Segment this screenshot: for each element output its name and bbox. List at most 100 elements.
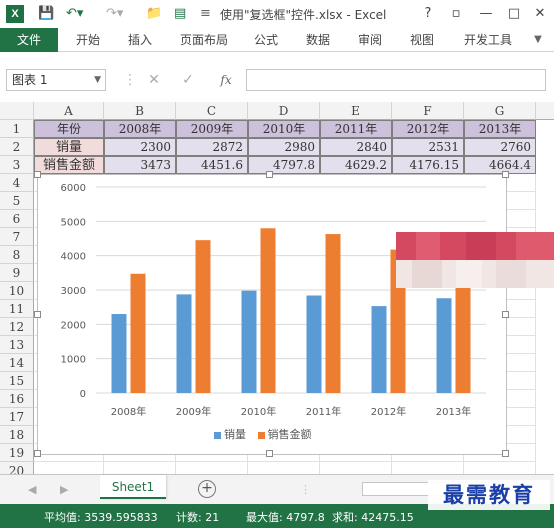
table-cell-row2-f[interactable]: 2531 (392, 138, 464, 156)
maximize-button[interactable]: □ (504, 4, 524, 24)
column-header-a[interactable]: A (34, 102, 104, 120)
excel-logo-icon: X (6, 5, 24, 23)
open-folder-icon[interactable]: 📁 (146, 5, 162, 23)
row-header-12[interactable]: 12 (0, 318, 34, 336)
tab-view[interactable]: 视图 (402, 28, 442, 52)
table-cell-row3-d[interactable]: 4797.8 (248, 156, 320, 174)
row-header-15[interactable]: 15 (0, 372, 34, 390)
resize-handle-top-right[interactable] (502, 171, 509, 178)
ribbon-display-button[interactable]: ▫ (446, 4, 466, 24)
cell-e20[interactable] (320, 462, 392, 474)
row-header-4[interactable]: 4 (0, 174, 34, 192)
tab-home[interactable]: 开始 (68, 28, 108, 52)
column-header-b[interactable]: B (104, 102, 176, 120)
table-cell-header-a[interactable]: 年份 (34, 120, 104, 138)
table-cell-row2-d[interactable]: 2980 (248, 138, 320, 156)
tab-data[interactable]: 数据 (298, 28, 338, 52)
insert-function-icon[interactable]: fx (214, 70, 238, 90)
redo-icon[interactable]: ↷▾ (106, 5, 123, 23)
resize-handle-bottom-right[interactable] (502, 450, 509, 457)
cell-f20[interactable] (392, 462, 464, 474)
minimize-button[interactable]: — (476, 4, 496, 24)
row-header-5[interactable]: 5 (0, 192, 34, 210)
table-cell-header-d[interactable]: 2010年 (248, 120, 320, 138)
table-cell-header-g[interactable]: 2013年 (464, 120, 536, 138)
row-header-2[interactable]: 2 (0, 138, 34, 156)
chevron-down-icon[interactable]: ▼ (94, 70, 101, 90)
cell-c20[interactable] (176, 462, 248, 474)
table-cell-row3-a[interactable]: 销售金额 (34, 156, 104, 174)
chart-1[interactable]: 0 1000 2000 3000 4000 5000 6000 2008年 2009年 2010年… (34, 171, 509, 457)
tab-developer[interactable]: 开发工具 (456, 28, 520, 52)
row-header-13[interactable]: 13 (0, 336, 34, 354)
row-header-7[interactable]: 7 (0, 228, 34, 246)
resize-handle-left[interactable] (34, 311, 41, 318)
add-sheet-button[interactable]: + (198, 480, 216, 498)
close-button[interactable]: ✕ (530, 4, 550, 24)
select-all-corner[interactable] (0, 102, 34, 120)
help-button[interactable]: ? (418, 4, 438, 24)
resize-handle-right[interactable] (502, 311, 509, 318)
row-header-10[interactable]: 10 (0, 282, 34, 300)
row-header-14[interactable]: 14 (0, 354, 34, 372)
column-header-c[interactable]: C (176, 102, 248, 120)
table-cell-row3-b[interactable]: 3473 (104, 156, 176, 174)
resize-handle-top-left[interactable] (34, 171, 41, 178)
row-header-19[interactable]: 19 (0, 444, 34, 462)
table-cell-row2-e[interactable]: 2840 (320, 138, 392, 156)
column-header-f[interactable]: F (392, 102, 464, 120)
tab-formulas[interactable]: 公式 (246, 28, 286, 52)
cell-a20[interactable] (34, 462, 104, 474)
print-preview-icon[interactable]: ▤ (174, 5, 186, 23)
formula-bar: 图表 1 ▼ ⋮ ✕ ✓ fx (0, 66, 554, 94)
cell-b20[interactable] (104, 462, 176, 474)
table-cell-header-c[interactable]: 2009年 (176, 120, 248, 138)
table-cell-header-b[interactable]: 2008年 (104, 120, 176, 138)
table-cell-header-f[interactable]: 2012年 (392, 120, 464, 138)
tab-file[interactable]: 文件 (0, 28, 58, 52)
table-cell-row2-a[interactable]: 销量 (34, 138, 104, 156)
row-header-18[interactable]: 18 (0, 426, 34, 444)
table-cell-row2-b[interactable]: 2300 (104, 138, 176, 156)
row-header-6[interactable]: 6 (0, 210, 34, 228)
tab-review[interactable]: 审阅 (350, 28, 390, 52)
table-cell-row3-f[interactable]: 4176.15 (392, 156, 464, 174)
table-cell-row2-c[interactable]: 2872 (176, 138, 248, 156)
ribbon-expand-icon[interactable]: ▼ (526, 28, 550, 52)
row-header-1[interactable]: 1 (0, 120, 34, 138)
legend-swatch-sales-volume (214, 431, 221, 439)
row-header-20[interactable]: 20 (0, 462, 34, 474)
column-header-e[interactable]: E (320, 102, 392, 120)
confirm-icon[interactable]: ✓ (178, 70, 198, 90)
tab-page-layout[interactable]: 页面布局 (172, 28, 236, 52)
resize-handle-bottom[interactable] (266, 450, 273, 457)
row-header-3[interactable]: 3 (0, 156, 34, 174)
tab-insert[interactable]: 插入 (120, 28, 160, 52)
column-header-g[interactable]: G (464, 102, 536, 120)
row-header-11[interactable]: 11 (0, 300, 34, 318)
row-header-8[interactable]: 8 (0, 246, 34, 264)
table-cell-row3-c[interactable]: 4451.6 (176, 156, 248, 174)
prev-sheet-icon[interactable]: ◀ (28, 483, 36, 496)
table-cell-row2-g[interactable]: 2760 (464, 138, 536, 156)
undo-icon[interactable]: ↶▾ (66, 5, 83, 23)
row-header-16[interactable]: 16 (0, 390, 34, 408)
name-box[interactable]: 图表 1 ▼ (6, 69, 106, 91)
resize-handle-top[interactable] (266, 171, 273, 178)
customize-toolbar-icon[interactable]: ≡ (200, 5, 211, 23)
cell-g20[interactable] (464, 462, 536, 474)
row-header-9[interactable]: 9 (0, 264, 34, 282)
table-cell-header-e[interactable]: 2011年 (320, 120, 392, 138)
cancel-icon[interactable]: ✕ (144, 70, 164, 90)
column-header-d[interactable]: D (248, 102, 320, 120)
row-header-17[interactable]: 17 (0, 408, 34, 426)
tab-split-icon[interactable]: ⋮ (300, 483, 311, 496)
formula-input[interactable] (246, 69, 546, 91)
cell-d20[interactable] (248, 462, 320, 474)
next-sheet-icon[interactable]: ▶ (60, 483, 68, 496)
table-cell-row3-e[interactable]: 4629.2 (320, 156, 392, 174)
sheet-tab-sheet1[interactable]: Sheet1 (100, 475, 166, 499)
resize-handle-bottom-left[interactable] (34, 450, 41, 457)
table-cell-row3-g[interactable]: 4664.4 (464, 156, 536, 174)
save-icon[interactable]: 💾 (38, 5, 54, 23)
